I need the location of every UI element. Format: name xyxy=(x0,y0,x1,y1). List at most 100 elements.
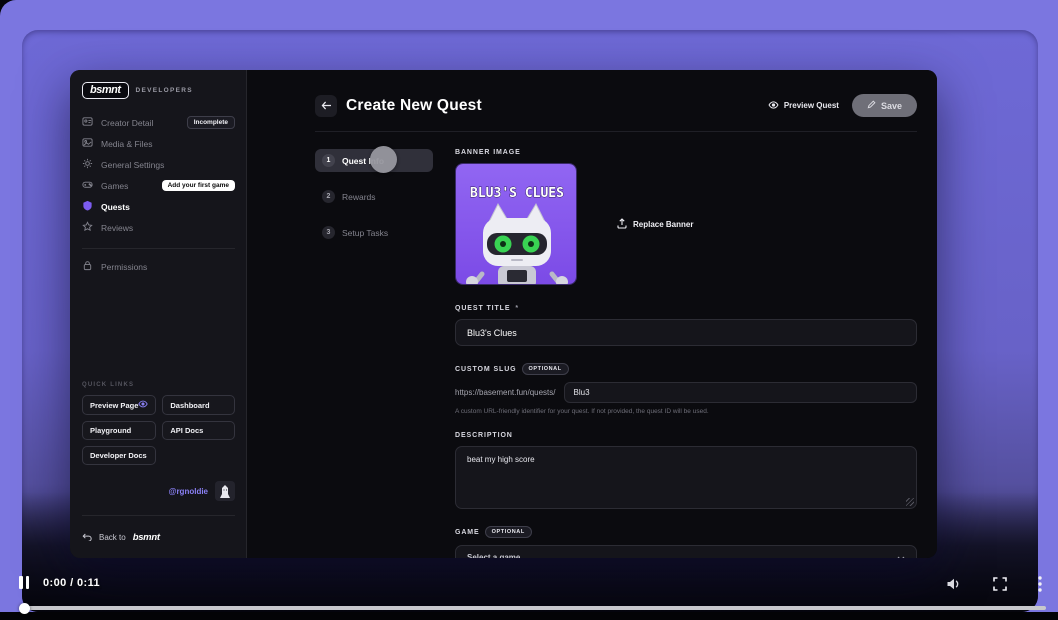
sidebar-item-label: General Settings xyxy=(101,159,165,170)
step-rewards[interactable]: 2 Rewards xyxy=(315,185,433,208)
lock-icon xyxy=(82,260,93,273)
quick-link-developer-docs[interactable]: Developer Docs xyxy=(82,446,157,465)
label-text: CUSTOM SLUG xyxy=(455,365,517,373)
app-window: bsmnt DEVELOPERS Creator Detail Incomple… xyxy=(70,70,937,558)
sidebar-item-quests[interactable]: Quests xyxy=(82,199,235,214)
sidebar-nav: Creator Detail Incomplete Media & Files … xyxy=(82,115,235,280)
back-to-bsmnt[interactable]: Back to bsmnt xyxy=(82,515,235,546)
bsmnt-footer-logo: bsmnt xyxy=(132,531,160,543)
quick-link-label: Dashboard xyxy=(170,400,210,410)
video-player-stage: bsmnt DEVELOPERS Creator Detail Incomple… xyxy=(0,0,1058,620)
svg-text:BLU3'S CLUES: BLU3'S CLUES xyxy=(470,186,564,201)
progress-thumb[interactable] xyxy=(19,602,30,614)
player-controls-left: 0:00 / 0:11 xyxy=(19,576,100,589)
step-setup-tasks[interactable]: 3 Setup Tasks xyxy=(315,221,433,244)
quest-icon xyxy=(82,200,93,213)
quest-title-label: QUEST TITLE * xyxy=(455,305,917,312)
step-number: 1 xyxy=(322,154,335,167)
header-actions: Preview Quest Save xyxy=(768,94,917,117)
description-textarea[interactable]: beat my high score xyxy=(455,446,917,509)
media-icon xyxy=(82,137,93,150)
sidebar-item-permissions[interactable]: Permissions xyxy=(82,259,235,274)
step-number: 3 xyxy=(322,226,335,239)
back-label: Back to xyxy=(99,532,126,542)
sidebar: bsmnt DEVELOPERS Creator Detail Incomple… xyxy=(70,70,247,558)
custom-slug-field: CUSTOM SLUG OPTIONAL https://basement.fu… xyxy=(455,363,917,415)
sidebar-item-games[interactable]: Games Add your first game xyxy=(82,178,235,193)
fullscreen-icon[interactable] xyxy=(993,577,1007,591)
volume-icon[interactable] xyxy=(946,577,962,591)
step-label: Rewards xyxy=(342,191,376,202)
description-label: DESCRIPTION xyxy=(455,432,513,439)
sidebar-item-label: Reviews xyxy=(101,222,134,233)
game-select[interactable]: Select a game xyxy=(455,545,917,558)
label-text: QUEST TITLE xyxy=(455,305,511,312)
sidebar-item-label: Quests xyxy=(101,201,130,212)
save-label: Save xyxy=(880,100,902,111)
slug-url-prefix: https://basement.fun/quests/ xyxy=(455,388,556,397)
quest-form: BANNER IMAGE BLU3'S CLUES Replace Banner… xyxy=(455,149,917,558)
pause-icon[interactable] xyxy=(19,576,29,589)
game-select-value: Select a game xyxy=(467,552,521,559)
gamepad-icon xyxy=(82,179,93,192)
optional-badge: OPTIONAL xyxy=(521,363,569,375)
user-handle: @rgnoldie xyxy=(168,486,208,496)
banner-image-label: BANNER IMAGE xyxy=(455,149,521,156)
optional-badge: OPTIONAL xyxy=(484,526,532,538)
back-button[interactable] xyxy=(315,94,337,117)
quest-title-field: QUEST TITLE * xyxy=(455,305,917,346)
custom-slug-input[interactable] xyxy=(563,382,917,403)
step-quest-info[interactable]: 1 Quest Info xyxy=(315,146,433,173)
sidebar-divider xyxy=(82,248,235,249)
video-progress-bar[interactable] xyxy=(19,602,1046,614)
banner-section: BLU3'S CLUES Replace Banner xyxy=(455,163,917,285)
bsmnt-logo: bsmnt xyxy=(82,82,129,99)
game-field: GAME OPTIONAL Select a game Associate th… xyxy=(455,526,917,558)
brand-logo[interactable]: bsmnt DEVELOPERS xyxy=(82,82,235,99)
quick-link-label: Developer Docs xyxy=(90,451,147,460)
quick-link-dashboard[interactable]: Dashboard xyxy=(162,395,235,415)
quick-link-preview-page[interactable]: Preview Page xyxy=(82,395,157,415)
quick-link-playground[interactable]: Playground xyxy=(82,421,157,440)
slug-row: https://basement.fun/quests/ xyxy=(455,382,917,403)
slug-helper-text: A custom URL-friendly identifier for you… xyxy=(455,408,709,415)
quest-title-input[interactable] xyxy=(455,319,917,346)
return-arrow-icon xyxy=(82,528,92,546)
avatar xyxy=(215,481,235,501)
replace-banner-button[interactable]: Replace Banner xyxy=(617,217,694,231)
gear-icon xyxy=(82,158,93,171)
banner-image[interactable]: BLU3'S CLUES xyxy=(455,163,577,285)
sidebar-item-label: Permissions xyxy=(101,261,148,272)
custom-slug-label: CUSTOM SLUG OPTIONAL xyxy=(455,363,917,375)
kebab-menu-icon[interactable] xyxy=(1038,576,1042,592)
sidebar-item-creator-detail[interactable]: Creator Detail Incomplete xyxy=(82,115,235,130)
step-label: Setup Tasks xyxy=(342,227,389,238)
id-card-icon xyxy=(82,116,93,129)
user-account[interactable]: @rgnoldie xyxy=(82,481,235,501)
main-panel: Create New Quest Preview Quest Save 1 Qu… xyxy=(247,70,937,558)
quick-links-title: QUICK LINKS xyxy=(82,382,135,388)
preview-quest-label: Preview Quest xyxy=(783,101,839,110)
add-first-game-badge[interactable]: Add your first game xyxy=(161,180,235,191)
quest-form-content: 1 Quest Info 2 Rewards 3 Setup Tasks BAN… xyxy=(247,132,937,558)
sidebar-item-label: Creator Detail xyxy=(101,117,154,128)
sidebar-item-media-files[interactable]: Media & Files xyxy=(82,136,235,151)
resize-handle[interactable] xyxy=(906,498,914,506)
steps-nav: 1 Quest Info 2 Rewards 3 Setup Tasks xyxy=(315,146,433,558)
eye-icon xyxy=(768,100,779,111)
replace-banner-label: Replace Banner xyxy=(633,219,694,229)
eye-icon xyxy=(138,400,149,410)
page-title: Create New Quest xyxy=(346,96,482,114)
recording-cursor-highlight xyxy=(370,146,397,173)
sidebar-item-general-settings[interactable]: General Settings xyxy=(82,157,235,172)
required-asterisk: * xyxy=(515,305,520,312)
quick-link-api-docs[interactable]: API Docs xyxy=(162,421,235,440)
save-button[interactable]: Save xyxy=(851,94,917,117)
sidebar-item-label: Games xyxy=(101,180,129,191)
quick-link-label: Preview Page xyxy=(90,400,139,410)
incomplete-badge: Incomplete xyxy=(186,116,235,129)
game-label: GAME OPTIONAL xyxy=(455,526,917,538)
pencil-icon xyxy=(867,100,876,111)
preview-quest-button[interactable]: Preview Quest xyxy=(768,100,839,111)
sidebar-item-reviews[interactable]: Reviews xyxy=(82,220,235,235)
